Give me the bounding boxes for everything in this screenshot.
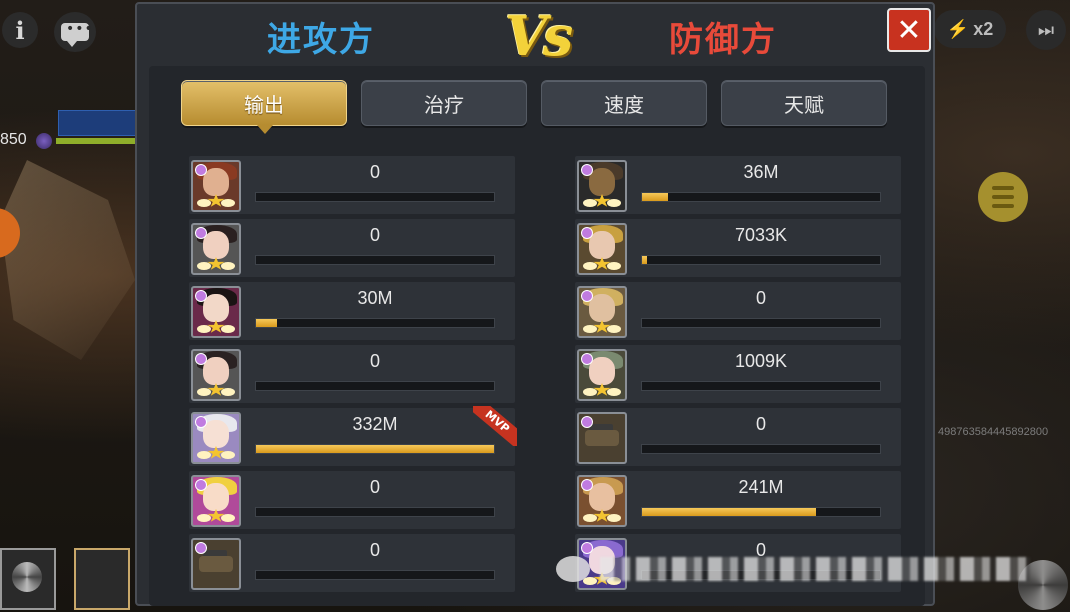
battle-stats-panel: 进攻方 Vs 防御方 ✕ 输出 治疗 速度 天赋 0 0 30M 0 332M MVP 0 0 36… [135, 2, 935, 606]
close-button[interactable]: ✕ [887, 8, 931, 52]
defenders-row: 36M [575, 156, 901, 214]
output-bar [255, 255, 495, 265]
output-value: 0 [755, 288, 766, 308]
defenders-row: 0 [575, 408, 901, 466]
hp-bar [56, 138, 136, 144]
attacker-list: 0 0 30M 0 332M MVP 0 0 [189, 156, 517, 597]
output-bar-fill [642, 256, 647, 264]
lightning-icon: ⚡ [946, 18, 970, 39]
output-bar [255, 444, 495, 454]
output-bar [641, 255, 881, 265]
output-value: 30M [357, 288, 393, 308]
skip-icon[interactable]: ⏭ [1026, 10, 1066, 50]
vehicle-slot[interactable] [74, 548, 130, 610]
output-bar [641, 381, 881, 391]
output-bar [641, 507, 881, 517]
attackers-row: 332M MVP [189, 406, 517, 466]
mvp-label: MVP [473, 406, 517, 446]
score-number: 4987635844458928​00 [938, 426, 1049, 438]
output-value: 0 [369, 540, 380, 560]
chat-icon[interactable]: ••• [54, 12, 96, 52]
hero-portrait-icon[interactable] [191, 475, 241, 527]
hero-portrait-icon[interactable] [577, 475, 627, 527]
panel-header: 进攻方 Vs 防御方 ✕ [137, 4, 933, 68]
defenders-row: 7033K [575, 219, 901, 277]
output-value: 241M [738, 477, 784, 497]
blurred-watermark-text [600, 557, 1030, 581]
defenders-row: 1009K [575, 345, 901, 403]
hp-value: 850 [0, 131, 27, 148]
output-bar [641, 444, 881, 454]
swirl-skill-icon[interactable] [0, 548, 56, 610]
attackers-row: 0 [189, 156, 515, 214]
mvp-badge: MVP [473, 406, 517, 446]
stats-content: 输出 治疗 速度 天赋 0 0 30M 0 332M MVP 0 0 36M 7033K 0 1009K 0… [149, 66, 925, 606]
tab-output[interactable]: 输出 [181, 80, 347, 134]
attackers-row: 0 [189, 219, 515, 277]
hero-portrait-icon[interactable] [577, 160, 627, 212]
output-value: 7033K [734, 225, 788, 245]
hero-portrait-icon[interactable] [191, 286, 241, 338]
watermark [556, 548, 1070, 590]
hero-portrait-icon[interactable] [191, 538, 241, 590]
tab-speed[interactable]: 速度 [541, 80, 707, 126]
stat-tabs: 输出 治疗 速度 天赋 [181, 80, 887, 134]
hero-portrait-icon[interactable] [191, 160, 241, 212]
attackers-row: 30M [189, 282, 515, 340]
info-icon[interactable]: i [2, 12, 38, 48]
energy-orb-icon [36, 133, 52, 149]
output-value: 332M [352, 414, 398, 434]
output-bar [255, 192, 495, 202]
defenders-row: 0 [575, 282, 901, 340]
tab-healing[interactable]: 治疗 [361, 80, 527, 126]
menu-icon[interactable] [978, 172, 1028, 222]
output-bar [255, 507, 495, 517]
hero-portrait-icon[interactable] [191, 349, 241, 401]
hero-portrait-icon[interactable] [577, 349, 627, 401]
hero-portrait-icon[interactable] [577, 223, 627, 275]
defender-list: 36M 7033K 0 1009K 0 241M 0 [575, 156, 901, 597]
buff-icons-row [58, 110, 140, 136]
output-value: 1009K [734, 351, 788, 371]
output-bar [255, 318, 495, 328]
output-bar-fill [642, 193, 669, 201]
wechat-logo-icon [556, 556, 590, 582]
output-bar [255, 381, 495, 391]
output-bar [641, 318, 881, 328]
output-bar-fill [642, 508, 816, 516]
attackers-row: 0 [189, 534, 515, 592]
speed-label: x2 [973, 18, 994, 39]
tab-talent[interactable]: 天赋 [721, 80, 887, 126]
output-bar-fill [256, 445, 494, 453]
output-value: 0 [755, 414, 766, 434]
hero-portrait-icon[interactable] [191, 223, 241, 275]
speed-button[interactable]: ⚡ x2 [934, 10, 1006, 48]
attackers-row: 0 [189, 345, 515, 403]
defenders-row: 241M [575, 471, 901, 529]
output-value: 36M [743, 162, 779, 182]
output-value: 0 [369, 477, 380, 497]
output-value: 0 [369, 162, 380, 182]
attackers-row: 0 [189, 471, 515, 529]
attacker-title: 进攻方 [267, 20, 375, 60]
output-bar [255, 570, 495, 580]
output-bar [641, 192, 881, 202]
output-value: 0 [369, 225, 380, 245]
hero-portrait-icon[interactable] [191, 412, 241, 464]
defender-title: 防御方 [669, 20, 777, 60]
vs-logo: Vs [505, 4, 573, 68]
hero-portrait-icon[interactable] [577, 412, 627, 464]
hero-portrait-icon[interactable] [577, 286, 627, 338]
output-value: 0 [369, 351, 380, 371]
output-bar-fill [256, 319, 278, 327]
